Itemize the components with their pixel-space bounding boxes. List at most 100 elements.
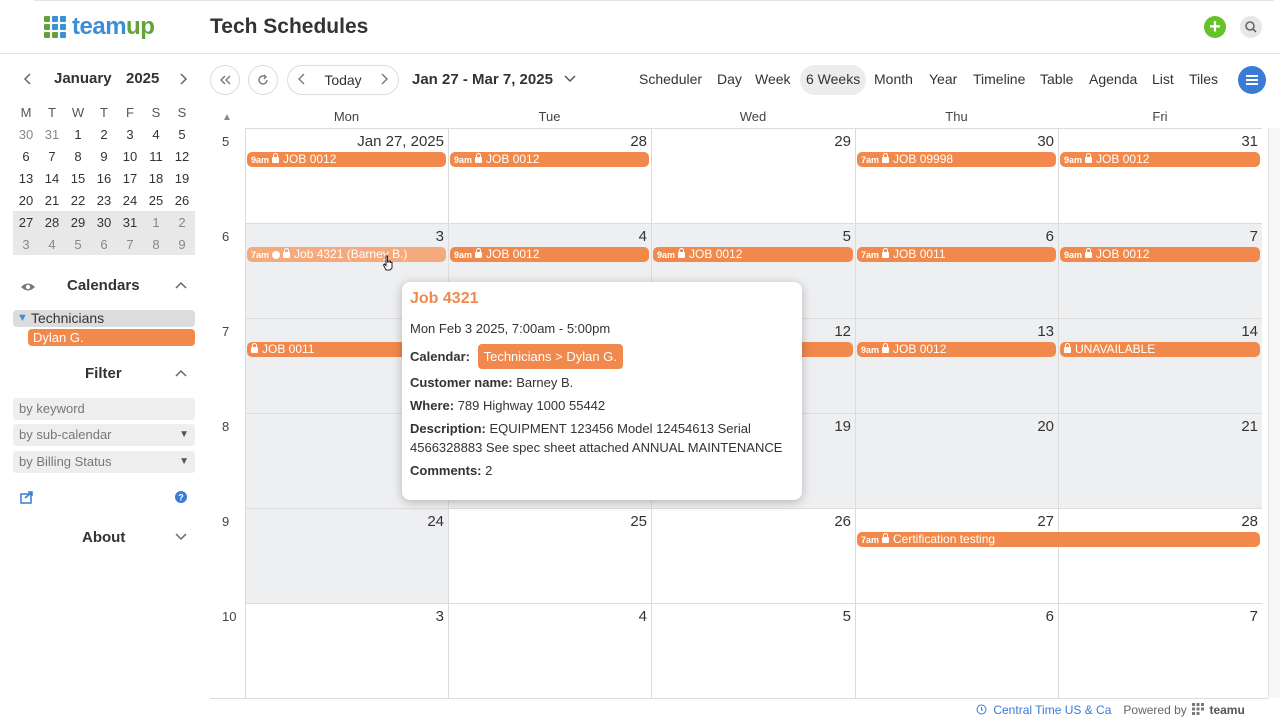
event-bar[interactable]: 7am Job 4321 (Barney B.)	[247, 247, 446, 262]
mini-day[interactable]: 7	[117, 237, 143, 252]
mini-day[interactable]: 21	[39, 193, 65, 208]
day-number[interactable]: 26	[834, 513, 851, 530]
day-number[interactable]: 5	[843, 228, 851, 245]
mini-day[interactable]: 31	[117, 215, 143, 230]
week-number[interactable]: 10	[222, 609, 236, 624]
view-tab-agenda[interactable]: Agenda	[1089, 71, 1137, 87]
mini-day[interactable]: 15	[65, 171, 91, 186]
day-number[interactable]: 13	[1037, 323, 1054, 340]
event-bar[interactable]: 9am JOB 0012	[450, 152, 649, 167]
about-section-title[interactable]: About	[82, 529, 125, 546]
mini-day[interactable]: 27	[13, 215, 39, 230]
mini-month-label[interactable]: January	[54, 70, 112, 87]
day-number[interactable]: 4	[639, 228, 647, 245]
day-cell[interactable]: 4	[448, 603, 651, 698]
mini-day[interactable]: 23	[91, 193, 117, 208]
search-button[interactable]	[1240, 16, 1262, 38]
day-number[interactable]: 21	[1241, 418, 1258, 435]
day-cell[interactable]: Jan 27, 2025	[245, 128, 448, 223]
mini-day[interactable]: 9	[91, 149, 117, 164]
event-bar[interactable]: 9am JOB 0012	[450, 247, 649, 262]
day-cell[interactable]: 28	[1058, 508, 1262, 603]
day-cell[interactable]: 6	[855, 223, 1058, 318]
mini-prev-month-button[interactable]	[22, 70, 34, 93]
filter-billing-select[interactable]: by Billing Status ▼	[13, 451, 195, 473]
week-number[interactable]: 6	[222, 229, 229, 244]
day-cell[interactable]: 6	[855, 603, 1058, 698]
calendars-section-title[interactable]: Calendars	[67, 277, 140, 294]
mini-next-month-button[interactable]	[177, 70, 189, 93]
mini-day[interactable]: 14	[39, 171, 65, 186]
view-tab-year[interactable]: Year	[929, 71, 957, 87]
day-number[interactable]: 28	[1241, 513, 1258, 530]
mini-day[interactable]: 16	[91, 171, 117, 186]
mini-day[interactable]: 2	[91, 127, 117, 142]
mini-day[interactable]: 10	[117, 149, 143, 164]
powered-by[interactable]: Powered by teamu	[1123, 703, 1245, 717]
mini-day[interactable]: 5	[65, 237, 91, 252]
next-period-button[interactable]	[370, 72, 398, 89]
filter-keyword-input[interactable]: by keyword	[13, 398, 195, 420]
event-bar[interactable]: 7am JOB 09998	[857, 152, 1056, 167]
day-cell[interactable]: 7	[1058, 223, 1262, 318]
day-cell[interactable]: 30	[855, 128, 1058, 223]
day-cell[interactable]: 21	[1058, 413, 1262, 508]
week-number[interactable]: 7	[222, 324, 229, 339]
share-button[interactable]	[20, 490, 34, 509]
day-cell[interactable]: 26	[651, 508, 855, 603]
day-cell[interactable]: 13	[855, 318, 1058, 413]
day-number[interactable]: 25	[630, 513, 647, 530]
mini-day[interactable]: 1	[143, 215, 169, 230]
refresh-button[interactable]	[248, 65, 278, 95]
event-bar[interactable]: 7am Certification testing	[857, 532, 1260, 547]
filter-subcalendar-select[interactable]: by sub-calendar ▼	[13, 424, 195, 446]
day-cell[interactable]: 20	[855, 413, 1058, 508]
mini-day[interactable]: 17	[117, 171, 143, 186]
event-bar[interactable]: 9am JOB 0012	[247, 152, 446, 167]
subcalendar-dylan-g[interactable]: Dylan G.	[28, 329, 195, 346]
today-button[interactable]: Today	[316, 72, 370, 88]
day-number[interactable]: 20	[1037, 418, 1054, 435]
date-range-picker[interactable]: Jan 27 - Mar 7, 2025	[412, 71, 577, 88]
mini-day[interactable]: 19	[169, 171, 195, 186]
filter-collapse-button[interactable]	[174, 367, 188, 382]
day-number[interactable]: 29	[834, 133, 851, 150]
event-bar[interactable]: UNAVAILABLE	[1060, 342, 1260, 357]
day-number[interactable]: 4	[639, 608, 647, 625]
day-number[interactable]: 5	[843, 608, 851, 625]
week-number[interactable]: 5	[222, 134, 229, 149]
event-bar[interactable]: 9am JOB 0012	[857, 342, 1056, 357]
day-cell[interactable]: 27	[855, 508, 1058, 603]
mini-day[interactable]: 6	[91, 237, 117, 252]
day-number[interactable]: 6	[1046, 228, 1054, 245]
week-number[interactable]: 8	[222, 419, 229, 434]
day-number[interactable]: 7	[1250, 608, 1258, 625]
mini-day[interactable]: 13	[13, 171, 39, 186]
day-cell[interactable]: 14	[1058, 318, 1262, 413]
event-bar[interactable]: 9am JOB 0012	[1060, 247, 1260, 262]
view-tab-week[interactable]: Week	[755, 71, 791, 87]
scrollbar[interactable]	[1268, 128, 1280, 698]
view-tab-timeline[interactable]: Timeline	[973, 71, 1025, 87]
calendar-group-technicians[interactable]: ▼ Technicians	[13, 310, 195, 327]
mini-day[interactable]: 9	[169, 237, 195, 252]
mini-day[interactable]: 11	[143, 149, 169, 164]
day-number[interactable]: 6	[1046, 608, 1054, 625]
event-bar[interactable]: 7am JOB 0011	[857, 247, 1056, 262]
teamup-logo[interactable]: teamup	[44, 12, 155, 42]
day-cell[interactable]: 31	[1058, 128, 1262, 223]
mini-day[interactable]: 4	[39, 237, 65, 252]
mini-day[interactable]: 8	[143, 237, 169, 252]
day-cell[interactable]: 25	[448, 508, 651, 603]
week-number[interactable]: 9	[222, 514, 229, 529]
about-expand-button[interactable]	[174, 531, 188, 546]
mini-day[interactable]: 2	[169, 215, 195, 230]
mini-day[interactable]: 30	[91, 215, 117, 230]
mini-day[interactable]: 18	[143, 171, 169, 186]
mini-day[interactable]: 7	[39, 149, 65, 164]
mini-day[interactable]: 24	[117, 193, 143, 208]
collapse-sidebar-button[interactable]	[210, 65, 240, 95]
mini-day[interactable]: 8	[65, 149, 91, 164]
day-cell[interactable]: 29	[651, 128, 855, 223]
calendars-collapse-button[interactable]	[174, 279, 188, 294]
